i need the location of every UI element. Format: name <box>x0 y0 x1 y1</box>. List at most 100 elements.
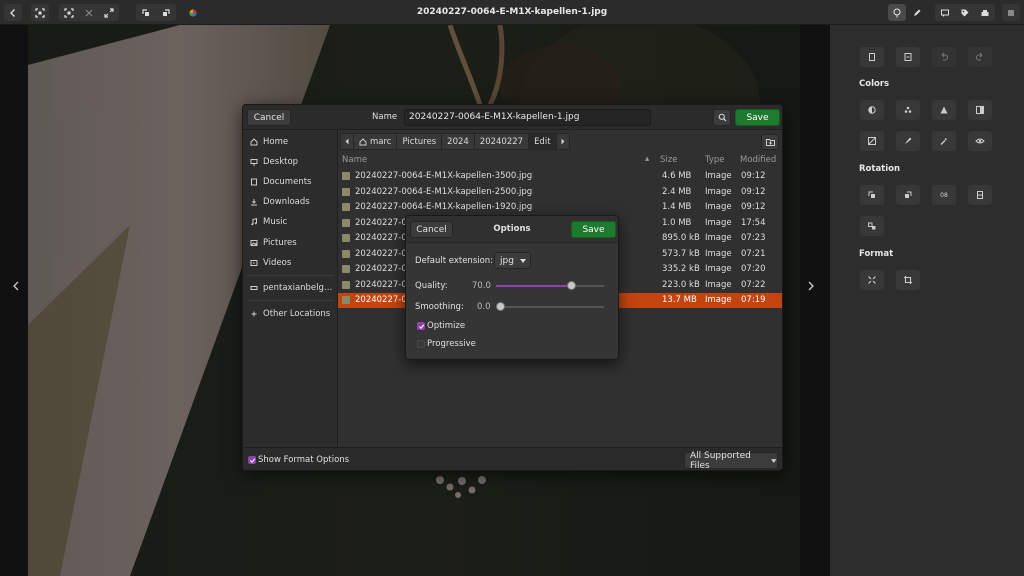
dialog-header: Cancel Name 20240227-0064-E-M1X-kapellen… <box>243 105 782 130</box>
file-name: 20240227-0 <box>355 295 407 305</box>
place-downloads[interactable]: Downloads <box>249 195 310 209</box>
grayscale-icon <box>976 106 984 114</box>
save-as-button[interactable] <box>896 47 920 67</box>
extension-dropdown[interactable]: jpg <box>494 252 531 269</box>
column-header-modified[interactable]: Modified <box>740 155 776 167</box>
crop-icon <box>904 276 912 284</box>
image-file-icon <box>342 218 350 227</box>
rotate-right-button[interactable] <box>156 4 176 21</box>
dialog-cancel-button[interactable]: Cancel <box>247 109 291 126</box>
smoothing-value: 0.0 <box>477 302 491 312</box>
smoothing-slider[interactable] <box>496 301 604 313</box>
progressive-label[interactable]: Progressive <box>427 339 476 349</box>
path-segment-home[interactable]: marc <box>353 133 398 150</box>
place-pictures[interactable]: Pictures <box>249 236 297 250</box>
file-type: Image <box>705 233 732 243</box>
place-videos[interactable]: Videos <box>249 256 291 270</box>
straighten-button[interactable]: 08 <box>932 185 956 205</box>
optimize-label[interactable]: Optimize <box>427 321 465 331</box>
smoothing-slider-track <box>496 306 604 308</box>
annotate-button[interactable] <box>935 4 955 21</box>
file-row[interactable]: 20240227-0064-E-M1X-kapellen-2500.jpg 2.4… <box>338 185 782 200</box>
quality-slider-knob[interactable] <box>566 281 576 290</box>
file-filter-dropdown[interactable]: All Supported Files <box>684 450 778 471</box>
contrast-button[interactable] <box>860 100 884 120</box>
place-documents[interactable]: Documents <box>249 175 311 189</box>
file-type: Image <box>705 248 732 259</box>
colorize-button[interactable] <box>896 100 920 120</box>
image-file-icon <box>342 249 350 258</box>
home-icon <box>249 137 259 147</box>
rotation-heading: Rotation <box>859 164 901 174</box>
rotate-left-tool-button[interactable] <box>860 185 884 205</box>
rotate-right-tool-button[interactable] <box>896 185 920 205</box>
undo-icon <box>941 52 948 61</box>
flip-vertical-button[interactable] <box>968 185 992 205</box>
rotate-right-icon <box>905 191 912 198</box>
place-other-locations[interactable]: Other Locations <box>249 307 330 321</box>
back-button[interactable] <box>4 4 22 21</box>
dialog-footer: Show Format Options All Supported Files <box>243 447 782 471</box>
zoom-in-button[interactable] <box>99 4 119 21</box>
path-segment-date[interactable]: 20240227 <box>473 133 530 150</box>
show-format-options-checkbox[interactable] <box>248 456 256 464</box>
grayscale-button[interactable] <box>968 100 992 120</box>
place-desktop[interactable]: Desktop <box>249 155 298 169</box>
edit-button[interactable] <box>908 4 926 21</box>
column-header-type[interactable]: Type <box>705 155 725 167</box>
quality-slider[interactable] <box>496 280 604 292</box>
adjust-colors-button[interactable] <box>896 131 920 151</box>
crop-button[interactable] <box>896 270 920 290</box>
place-network-drive[interactable]: pentaxianbelg… <box>249 281 332 295</box>
levels-button[interactable] <box>932 100 956 120</box>
properties-button[interactable] <box>888 4 906 21</box>
file-name: 20240227-0 <box>355 279 407 290</box>
path-scroll-right[interactable] <box>555 133 570 150</box>
optimize-checkbox[interactable] <box>417 322 425 330</box>
extension-value: jpg <box>500 255 514 266</box>
zoom-original-button[interactable] <box>79 4 99 21</box>
tag-button[interactable] <box>955 4 975 21</box>
new-folder-button[interactable] <box>761 134 779 150</box>
contrast-icon <box>868 106 876 114</box>
search-button[interactable] <box>713 109 731 126</box>
red-eye-button[interactable] <box>968 131 992 151</box>
undo-button[interactable] <box>932 47 956 67</box>
fullscreen-button[interactable] <box>31 4 49 21</box>
progressive-checkbox[interactable] <box>417 340 425 348</box>
main-menu-button[interactable] <box>1002 4 1020 21</box>
path-segment-pictures[interactable]: Pictures <box>396 133 443 150</box>
flip-horizontal-button[interactable] <box>860 216 884 236</box>
save-copy-button[interactable] <box>860 47 884 67</box>
color-button[interactable] <box>186 4 200 21</box>
path-scroll-left[interactable] <box>340 133 354 150</box>
resize-button[interactable] <box>860 270 884 290</box>
print-button[interactable] <box>975 4 995 21</box>
file-row[interactable]: 20240227-0064-E-M1X-kapellen-3500.jpg 4.6… <box>338 169 782 184</box>
dialog-save-button[interactable]: Save <box>735 109 780 126</box>
redo-button[interactable] <box>968 47 992 67</box>
options-save-button[interactable]: Save <box>571 221 616 238</box>
place-music[interactable]: Music <box>249 215 287 229</box>
column-header-name[interactable]: Name <box>342 155 367 167</box>
previous-image-arrow[interactable] <box>12 280 20 294</box>
file-modified: 09:12 <box>741 202 766 212</box>
file-size: 4.6 MB <box>662 171 692 181</box>
chevron-right-icon <box>561 138 565 145</box>
path-segment-edit[interactable]: Edit <box>528 133 557 150</box>
next-image-arrow[interactable] <box>807 280 815 294</box>
new-folder-icon <box>765 139 775 146</box>
place-home[interactable]: Home <box>249 135 288 149</box>
eyedropper-button[interactable] <box>932 131 956 151</box>
curves-button[interactable] <box>860 131 884 151</box>
zoom-fit-button[interactable] <box>59 4 79 21</box>
filename-input[interactable]: 20240227-0064-E-M1X-kapellen-1.jpg <box>404 109 651 126</box>
column-header-size[interactable]: Size <box>660 155 677 167</box>
smoothing-slider-knob[interactable] <box>496 302 505 311</box>
rotate-left-button[interactable] <box>136 4 156 21</box>
show-format-options-label[interactable]: Show Format Options <box>258 455 349 465</box>
file-row[interactable]: 20240227-0064-E-M1X-kapellen-1920.jpg 1.4… <box>338 200 782 215</box>
path-segment-year[interactable]: 2024 <box>441 133 475 150</box>
file-filter-value: All Supported Files <box>690 450 751 471</box>
file-name: 20240227-0 <box>355 248 407 259</box>
